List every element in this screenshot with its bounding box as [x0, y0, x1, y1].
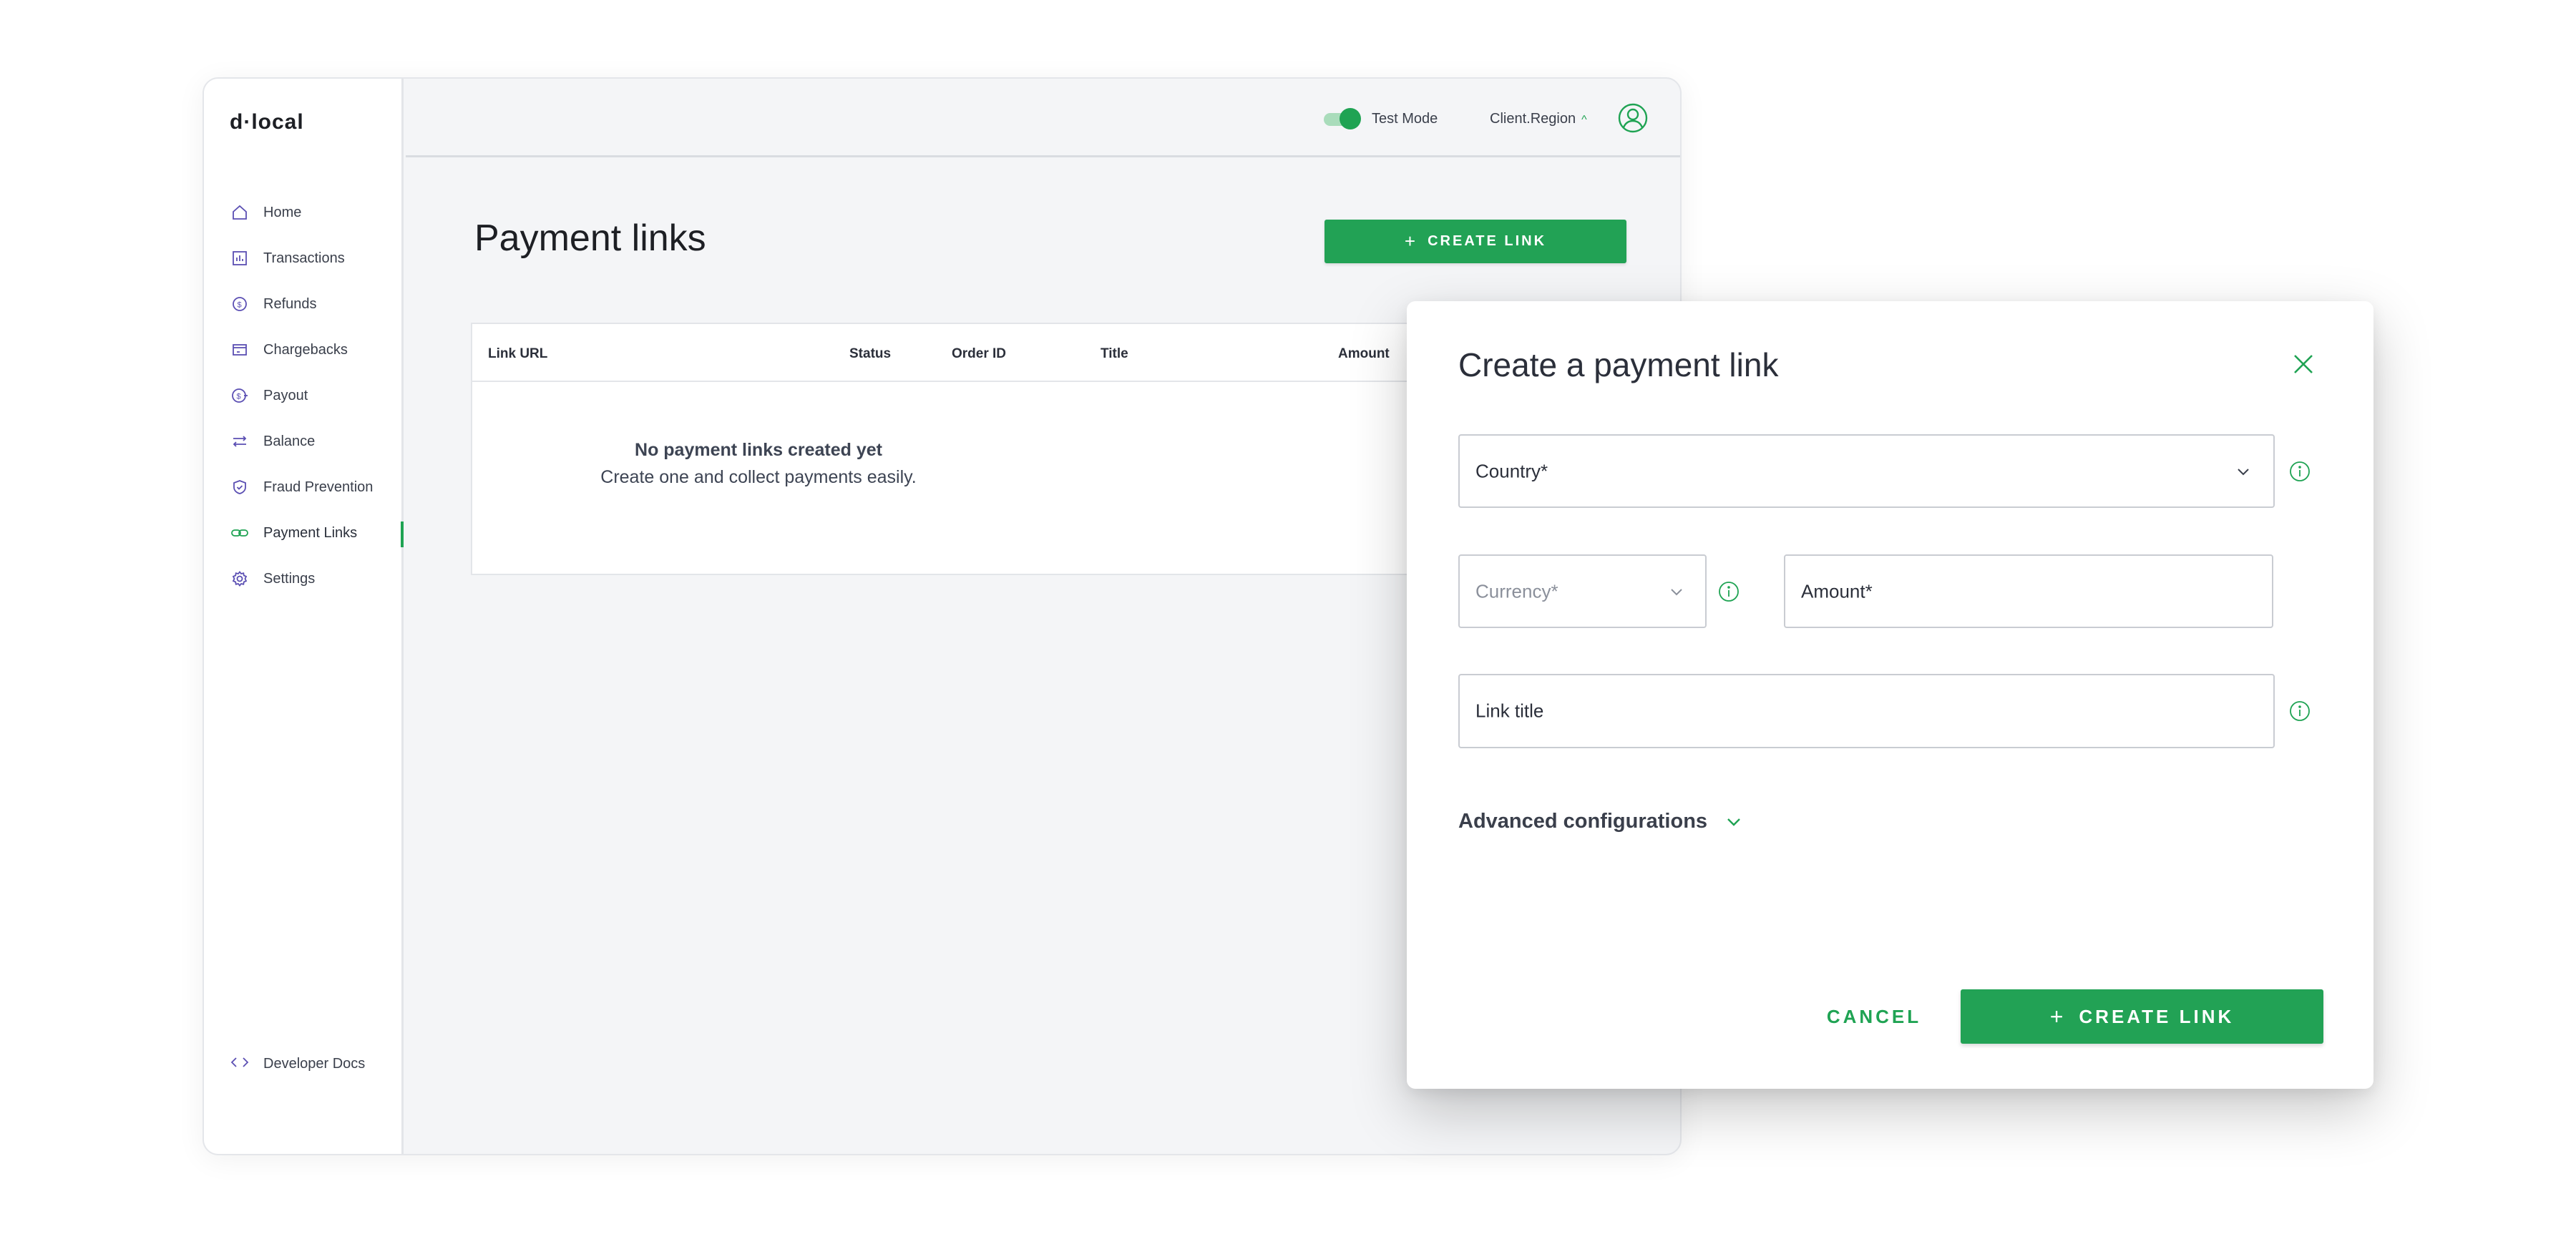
advanced-configurations-toggle[interactable]: Advanced configurations — [1458, 810, 1743, 833]
sidebar-item-label: Payment Links — [263, 524, 358, 541]
sidebar-item-label: Home — [263, 204, 302, 220]
advanced-configurations-label: Advanced configurations — [1458, 810, 1708, 833]
top-bar — [406, 79, 1680, 157]
create-payment-link-modal: Create a payment link Country* Currency*… — [1407, 301, 2373, 1089]
create-link-label: CREATE LINK — [1428, 233, 1547, 249]
currency-select[interactable]: Currency* — [1458, 554, 1707, 628]
sidebar-nav: Home Transactions $ Refunds Chargebacks … — [204, 190, 404, 602]
empty-state-subtitle: Create one and collect payments easily. — [600, 467, 917, 487]
sidebar-item-payout[interactable]: $ Payout — [204, 373, 401, 418]
svg-text:$: $ — [237, 393, 241, 401]
sidebar-item-label: Settings — [263, 570, 316, 587]
test-mode-label: Test Mode — [1372, 111, 1438, 127]
country-placeholder: Country* — [1475, 460, 1548, 481]
sidebar-item-settings[interactable]: Settings — [204, 556, 401, 602]
home-icon — [230, 203, 249, 222]
shield-icon — [230, 478, 249, 496]
sidebar-item-label: Refunds — [263, 295, 317, 312]
table-header: Link URL Status Order ID Title Amount — [472, 324, 1471, 382]
cancel-button[interactable]: CANCEL — [1802, 989, 1946, 1044]
test-mode-toggle[interactable] — [1324, 108, 1361, 129]
region-label: Client.Region — [1490, 111, 1576, 127]
developer-docs-label: Developer Docs — [263, 1056, 366, 1072]
payment-links-table: Link URL Status Order ID Title Amount No… — [471, 323, 1473, 575]
sidebar-item-label: Chargebacks — [263, 341, 348, 358]
toggle-knob — [1340, 108, 1361, 129]
balance-icon — [230, 432, 249, 451]
column-header-title[interactable]: Title — [1101, 346, 1128, 362]
sidebar-item-label: Fraud Prevention — [263, 479, 374, 495]
modal-title: Create a payment link — [1458, 346, 1779, 383]
payout-icon: $ — [230, 386, 249, 405]
sidebar-item-refunds[interactable]: $ Refunds — [204, 281, 401, 327]
sidebar-item-balance[interactable]: Balance — [204, 418, 401, 464]
plus-icon: + — [2049, 1003, 2067, 1029]
code-icon — [230, 1055, 249, 1073]
client-region-dropdown[interactable]: Client.Region ^ — [1490, 111, 1587, 127]
sidebar-item-label: Balance — [263, 433, 316, 449]
gear-icon — [230, 569, 249, 588]
sidebar-item-label: Transactions — [263, 250, 345, 266]
chevron-down-icon — [1724, 813, 1743, 831]
column-header-link-url[interactable]: Link URL — [488, 346, 547, 362]
link-title-placeholder: Link title — [1475, 700, 1544, 722]
link-title-info-icon[interactable] — [2288, 700, 2311, 723]
user-avatar-icon[interactable] — [1617, 102, 1649, 134]
close-icon[interactable] — [2290, 351, 2316, 377]
currency-info-icon[interactable] — [1717, 580, 1740, 603]
logo: d·local — [230, 110, 304, 134]
sidebar-item-fraud-prevention[interactable]: Fraud Prevention — [204, 464, 401, 510]
modal-create-link-button[interactable]: + CREATE LINK — [1961, 989, 2323, 1044]
svg-text:$: $ — [238, 301, 242, 310]
link-icon — [230, 524, 249, 542]
sidebar: d·local Home Transactions $ Refunds Char… — [204, 79, 404, 1154]
country-select[interactable]: Country* — [1458, 434, 2275, 508]
modal-create-link-label: CREATE LINK — [2079, 1005, 2235, 1027]
create-link-button[interactable]: + CREATE LINK — [1324, 220, 1626, 263]
amount-placeholder: Amount* — [1801, 580, 1873, 602]
sidebar-item-payment-links[interactable]: Payment Links — [204, 510, 404, 556]
currency-placeholder: Currency* — [1475, 580, 1558, 602]
empty-state-title: No payment links created yet — [635, 440, 882, 460]
sidebar-item-home[interactable]: Home — [204, 190, 401, 235]
chevron-up-icon: ^ — [1581, 114, 1587, 126]
link-title-input[interactable]: Link title — [1458, 674, 2275, 748]
developer-docs-link[interactable]: Developer Docs — [230, 1055, 365, 1073]
column-header-amount[interactable]: Amount — [1338, 346, 1390, 362]
column-header-status[interactable]: Status — [849, 346, 891, 362]
column-header-order-id[interactable]: Order ID — [952, 346, 1006, 362]
transactions-icon — [230, 249, 249, 268]
sidebar-item-transactions[interactable]: Transactions — [204, 235, 401, 281]
sidebar-item-label: Payout — [263, 387, 308, 403]
amount-input[interactable]: Amount* — [1784, 554, 2273, 628]
refunds-icon: $ — [230, 295, 249, 313]
chevron-down-icon — [1668, 583, 1685, 600]
country-info-icon[interactable] — [2288, 460, 2311, 483]
sidebar-item-chargebacks[interactable]: Chargebacks — [204, 327, 401, 373]
page-title: Payment links — [474, 217, 706, 259]
chargebacks-icon — [230, 341, 249, 359]
plus-icon: + — [1404, 230, 1418, 252]
chevron-down-icon — [2235, 463, 2252, 480]
